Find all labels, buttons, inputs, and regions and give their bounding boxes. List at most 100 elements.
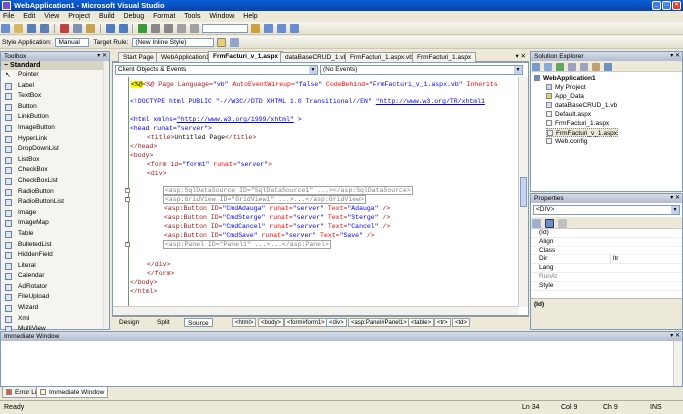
toolbox-item[interactable]: RadioButton: [1, 187, 109, 198]
design-view-button[interactable]: Design: [116, 318, 142, 327]
open-icon[interactable]: [13, 24, 23, 33]
toolbox-item[interactable]: DropDownList: [1, 144, 109, 155]
property-row[interactable]: Dir ltr: [531, 255, 682, 265]
close-button[interactable]: ×: [672, 1, 681, 10]
maximize-button[interactable]: □: [662, 1, 671, 10]
tab-databasecrud-1-vb[interactable]: dataBaseCRUD_1.vb: [280, 52, 353, 62]
target-rule-combo[interactable]: (New Inline Style): [132, 38, 215, 47]
solution-item[interactable]: My Project: [546, 83, 586, 92]
find-icon[interactable]: [251, 24, 261, 33]
tab-start-page[interactable]: Start Page: [118, 52, 159, 62]
view-code-icon[interactable]: [567, 63, 576, 71]
property-row[interactable]: Style: [531, 282, 682, 291]
toolbox-item[interactable]: FileUpload: [1, 292, 109, 303]
pause-icon[interactable]: [151, 24, 161, 33]
breadcrumb-panel[interactable]: <asp:Panel#Panel1>: [348, 318, 410, 327]
menu-format[interactable]: Format: [153, 13, 175, 20]
menu-tools[interactable]: Tools: [184, 13, 200, 20]
collapsed-control[interactable]: <asp:SqlDataSource ID="SqlDataSource1" .…: [163, 186, 413, 195]
chevron-down-icon[interactable]: ▼: [514, 66, 522, 74]
events-combo[interactable]: (No Events) ▼: [320, 65, 523, 75]
close-document-icon[interactable]: ▾ ✕: [515, 52, 526, 60]
menu-file[interactable]: File: [3, 13, 14, 20]
show-all-files-icon[interactable]: [543, 63, 552, 71]
pin-icon[interactable]: ▾ ✕: [670, 195, 680, 202]
toolbox-item[interactable]: CheckBox: [1, 165, 109, 176]
toolbox-item[interactable]: Button: [1, 102, 109, 113]
refresh-icon[interactable]: [555, 63, 564, 71]
save-icon[interactable]: [26, 24, 36, 33]
breadcrumb-div[interactable]: <div>: [326, 318, 347, 327]
step-over-icon[interactable]: [190, 24, 200, 33]
start-debugging-icon[interactable]: [138, 24, 148, 33]
expand-icon[interactable]: +: [125, 188, 130, 193]
toolbox-item[interactable]: ImageMap: [1, 218, 109, 229]
toolbox-item[interactable]: Literal: [1, 261, 109, 272]
new-style-icon[interactable]: [217, 38, 227, 47]
breadcrumb-form[interactable]: <form#form1>: [284, 318, 328, 327]
solution-root[interactable]: WebApplication1: [534, 74, 596, 83]
solution-explorer-icon[interactable]: [264, 24, 274, 33]
tab-frmfacturi-1-aspx[interactable]: FrmFacturi_1.aspx: [412, 52, 477, 62]
tab-frmfacturi-v-1-aspx[interactable]: FrmFacturi_v_1.aspx: [208, 51, 284, 62]
breadcrumb-table[interactable]: <table>: [408, 318, 435, 327]
pin-icon[interactable]: ▾ ✕: [670, 53, 680, 60]
chevron-down-icon[interactable]: ▼: [309, 66, 317, 74]
expand-icon[interactable]: +: [125, 242, 130, 247]
menu-build[interactable]: Build: [99, 13, 115, 20]
cut-icon[interactable]: [59, 24, 69, 33]
menu-edit[interactable]: Edit: [23, 13, 35, 20]
tab-immediate-window[interactable]: Immediate Window: [36, 387, 109, 398]
source-view-button[interactable]: Source: [184, 318, 213, 327]
minimize-button[interactable]: _: [652, 1, 661, 10]
toolbox-item[interactable]: AdRotator: [1, 282, 109, 293]
code-editor[interactable]: Client Objects & Events ▼ (No Events) ▼ …: [112, 62, 529, 317]
property-row[interactable]: Align: [531, 238, 682, 247]
undo-icon[interactable]: [105, 24, 115, 33]
immediate-window[interactable]: Immediate Window ▾ ✕: [0, 331, 683, 387]
menu-project[interactable]: Project: [68, 13, 90, 20]
breadcrumb-tr[interactable]: <tr>: [434, 318, 451, 327]
toolbox-item[interactable]: Label: [1, 81, 109, 92]
copy-website-icon[interactable]: [591, 63, 600, 71]
categorized-icon[interactable]: [532, 219, 541, 228]
toolbox-item[interactable]: ImageButton: [1, 123, 109, 134]
solution-config-combo[interactable]: [202, 24, 249, 33]
properties-icon[interactable]: [532, 63, 540, 71]
solution-item[interactable]: FrmFacturi_1.aspx: [546, 119, 609, 128]
toolbox-item[interactable]: ListBox: [1, 155, 109, 166]
scrollbar-thumb[interactable]: [520, 177, 527, 207]
toolbox-item[interactable]: Image: [1, 208, 109, 219]
breadcrumb-td[interactable]: <td>: [452, 318, 471, 327]
solution-item[interactable]: Web.config: [546, 137, 587, 146]
menu-window[interactable]: Window: [209, 13, 234, 20]
source-code[interactable]: <%@<%@ Page Language="vb" AutoEventWireu…: [113, 77, 518, 317]
toolbox-icon[interactable]: [290, 24, 300, 33]
property-row[interactable]: Lang: [531, 264, 682, 273]
solution-item[interactable]: dataBaseCRUD_1.vb: [546, 101, 617, 110]
redo-icon[interactable]: [118, 24, 128, 33]
style-application-combo[interactable]: Manual: [55, 38, 90, 47]
split-view-button[interactable]: Split: [154, 318, 173, 327]
property-row[interactable]: RunAt: [531, 273, 682, 282]
pin-icon[interactable]: ▾ ✕: [97, 53, 107, 60]
breadcrumb-body[interactable]: <body>: [258, 318, 285, 327]
toolbox-item[interactable]: Xml: [1, 314, 109, 325]
solution-item[interactable]: Default.aspx: [546, 110, 591, 119]
toolbox-item[interactable]: BulletedList: [1, 240, 109, 251]
asp-config-icon[interactable]: [603, 63, 612, 71]
toolbox-item[interactable]: LinkButton: [1, 112, 109, 123]
alphabetical-icon[interactable]: [544, 219, 554, 228]
toolbox-item[interactable]: Calendar: [1, 271, 109, 282]
paste-icon[interactable]: [85, 24, 95, 33]
toolbox-scrollbar[interactable]: [103, 61, 109, 329]
vertical-scrollbar[interactable]: [518, 77, 528, 307]
menu-debug[interactable]: Debug: [124, 13, 145, 20]
properties-icon[interactable]: [277, 24, 287, 33]
property-pages-icon[interactable]: [557, 219, 567, 228]
copy-icon[interactable]: [72, 24, 82, 33]
toolbox-item[interactable]: Wizard: [1, 303, 109, 314]
breadcrumb-html[interactable]: <html>: [232, 318, 257, 327]
menu-view[interactable]: View: [44, 13, 59, 20]
property-row[interactable]: (Id): [531, 229, 682, 238]
